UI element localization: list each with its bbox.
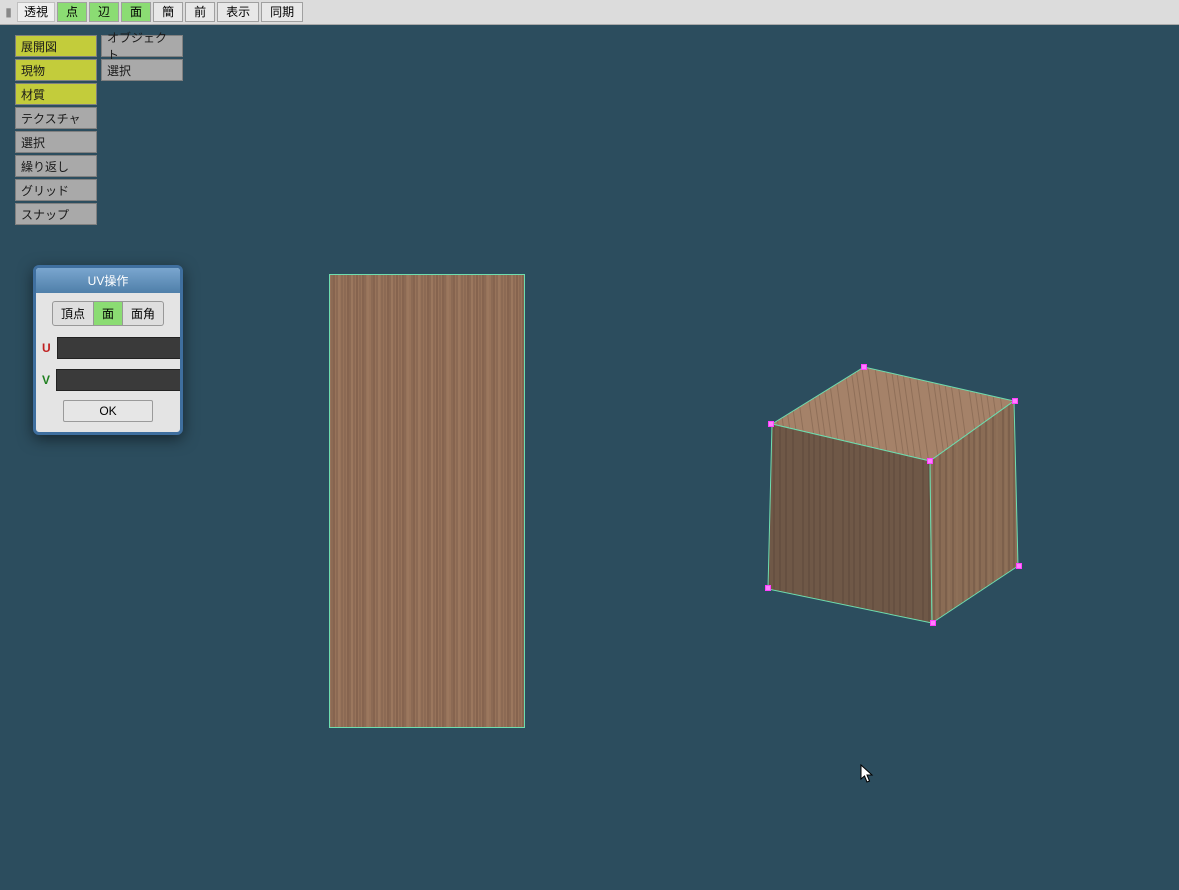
display-button[interactable]: 表示 <box>217 2 259 22</box>
viewport-3d[interactable]: 展開図 オブジェクト 現物 選択 材質 テクスチャ 選択 繰り返し グリッド ス… <box>0 25 1179 890</box>
front-button[interactable]: 前 <box>185 2 215 22</box>
repeat-button[interactable]: 繰り返し <box>15 155 97 177</box>
point-mode-button[interactable]: 点 <box>57 2 87 22</box>
cube-vertex[interactable] <box>927 458 933 464</box>
app-corner-icon: ▮ <box>2 0 15 24</box>
mode-face-button[interactable]: 面 <box>94 301 123 326</box>
mode-corner-button[interactable]: 面角 <box>123 301 164 326</box>
edge-mode-button[interactable]: 辺 <box>89 2 119 22</box>
uv-operation-dialog[interactable]: UV操作 頂点 面 面角 U ▲ ▼ V ▲ ▼ <box>33 265 183 435</box>
select-button-top[interactable]: 選択 <box>101 59 183 81</box>
cube-vertex[interactable] <box>765 585 771 591</box>
select-button-mid[interactable]: 選択 <box>15 131 97 153</box>
snap-button[interactable]: スナップ <box>15 203 97 225</box>
perspective-tab[interactable]: 透視 <box>17 2 55 22</box>
object-button[interactable]: オブジェクト <box>101 35 183 57</box>
uv-texture-panel[interactable] <box>330 275 524 727</box>
dialog-title: UV操作 <box>36 268 180 293</box>
simple-button[interactable]: 簡 <box>153 2 183 22</box>
top-toolbar: ▮ 透視 点 辺 面 簡 前 表示 同期 <box>0 0 1179 25</box>
textured-cube[interactable] <box>760 361 1022 629</box>
cube-vertex[interactable] <box>1012 398 1018 404</box>
material-button[interactable]: 材質 <box>15 83 97 105</box>
sync-button[interactable]: 同期 <box>261 2 303 22</box>
cube-vertex[interactable] <box>930 620 936 626</box>
texture-button[interactable]: テクスチャ <box>15 107 97 129</box>
cube-vertex[interactable] <box>1016 563 1022 569</box>
face-mode-button[interactable]: 面 <box>121 2 151 22</box>
v-label: V <box>42 373 50 387</box>
u-input[interactable] <box>57 337 183 359</box>
u-label: U <box>42 341 51 355</box>
ok-button[interactable]: OK <box>63 400 153 422</box>
mode-vertex-button[interactable]: 頂点 <box>52 301 94 326</box>
uv-mode-group: 頂点 面 面角 <box>42 301 174 326</box>
actual-button[interactable]: 現物 <box>15 59 97 81</box>
mouse-cursor-icon <box>860 764 874 784</box>
grid-button[interactable]: グリッド <box>15 179 97 201</box>
v-input[interactable] <box>56 369 183 391</box>
unfold-button[interactable]: 展開図 <box>15 35 97 57</box>
cube-vertex[interactable] <box>768 421 774 427</box>
side-panel-buttons: 展開図 オブジェクト 現物 選択 材質 テクスチャ 選択 繰り返し グリッド ス… <box>15 35 183 227</box>
cube-vertex[interactable] <box>861 364 867 370</box>
